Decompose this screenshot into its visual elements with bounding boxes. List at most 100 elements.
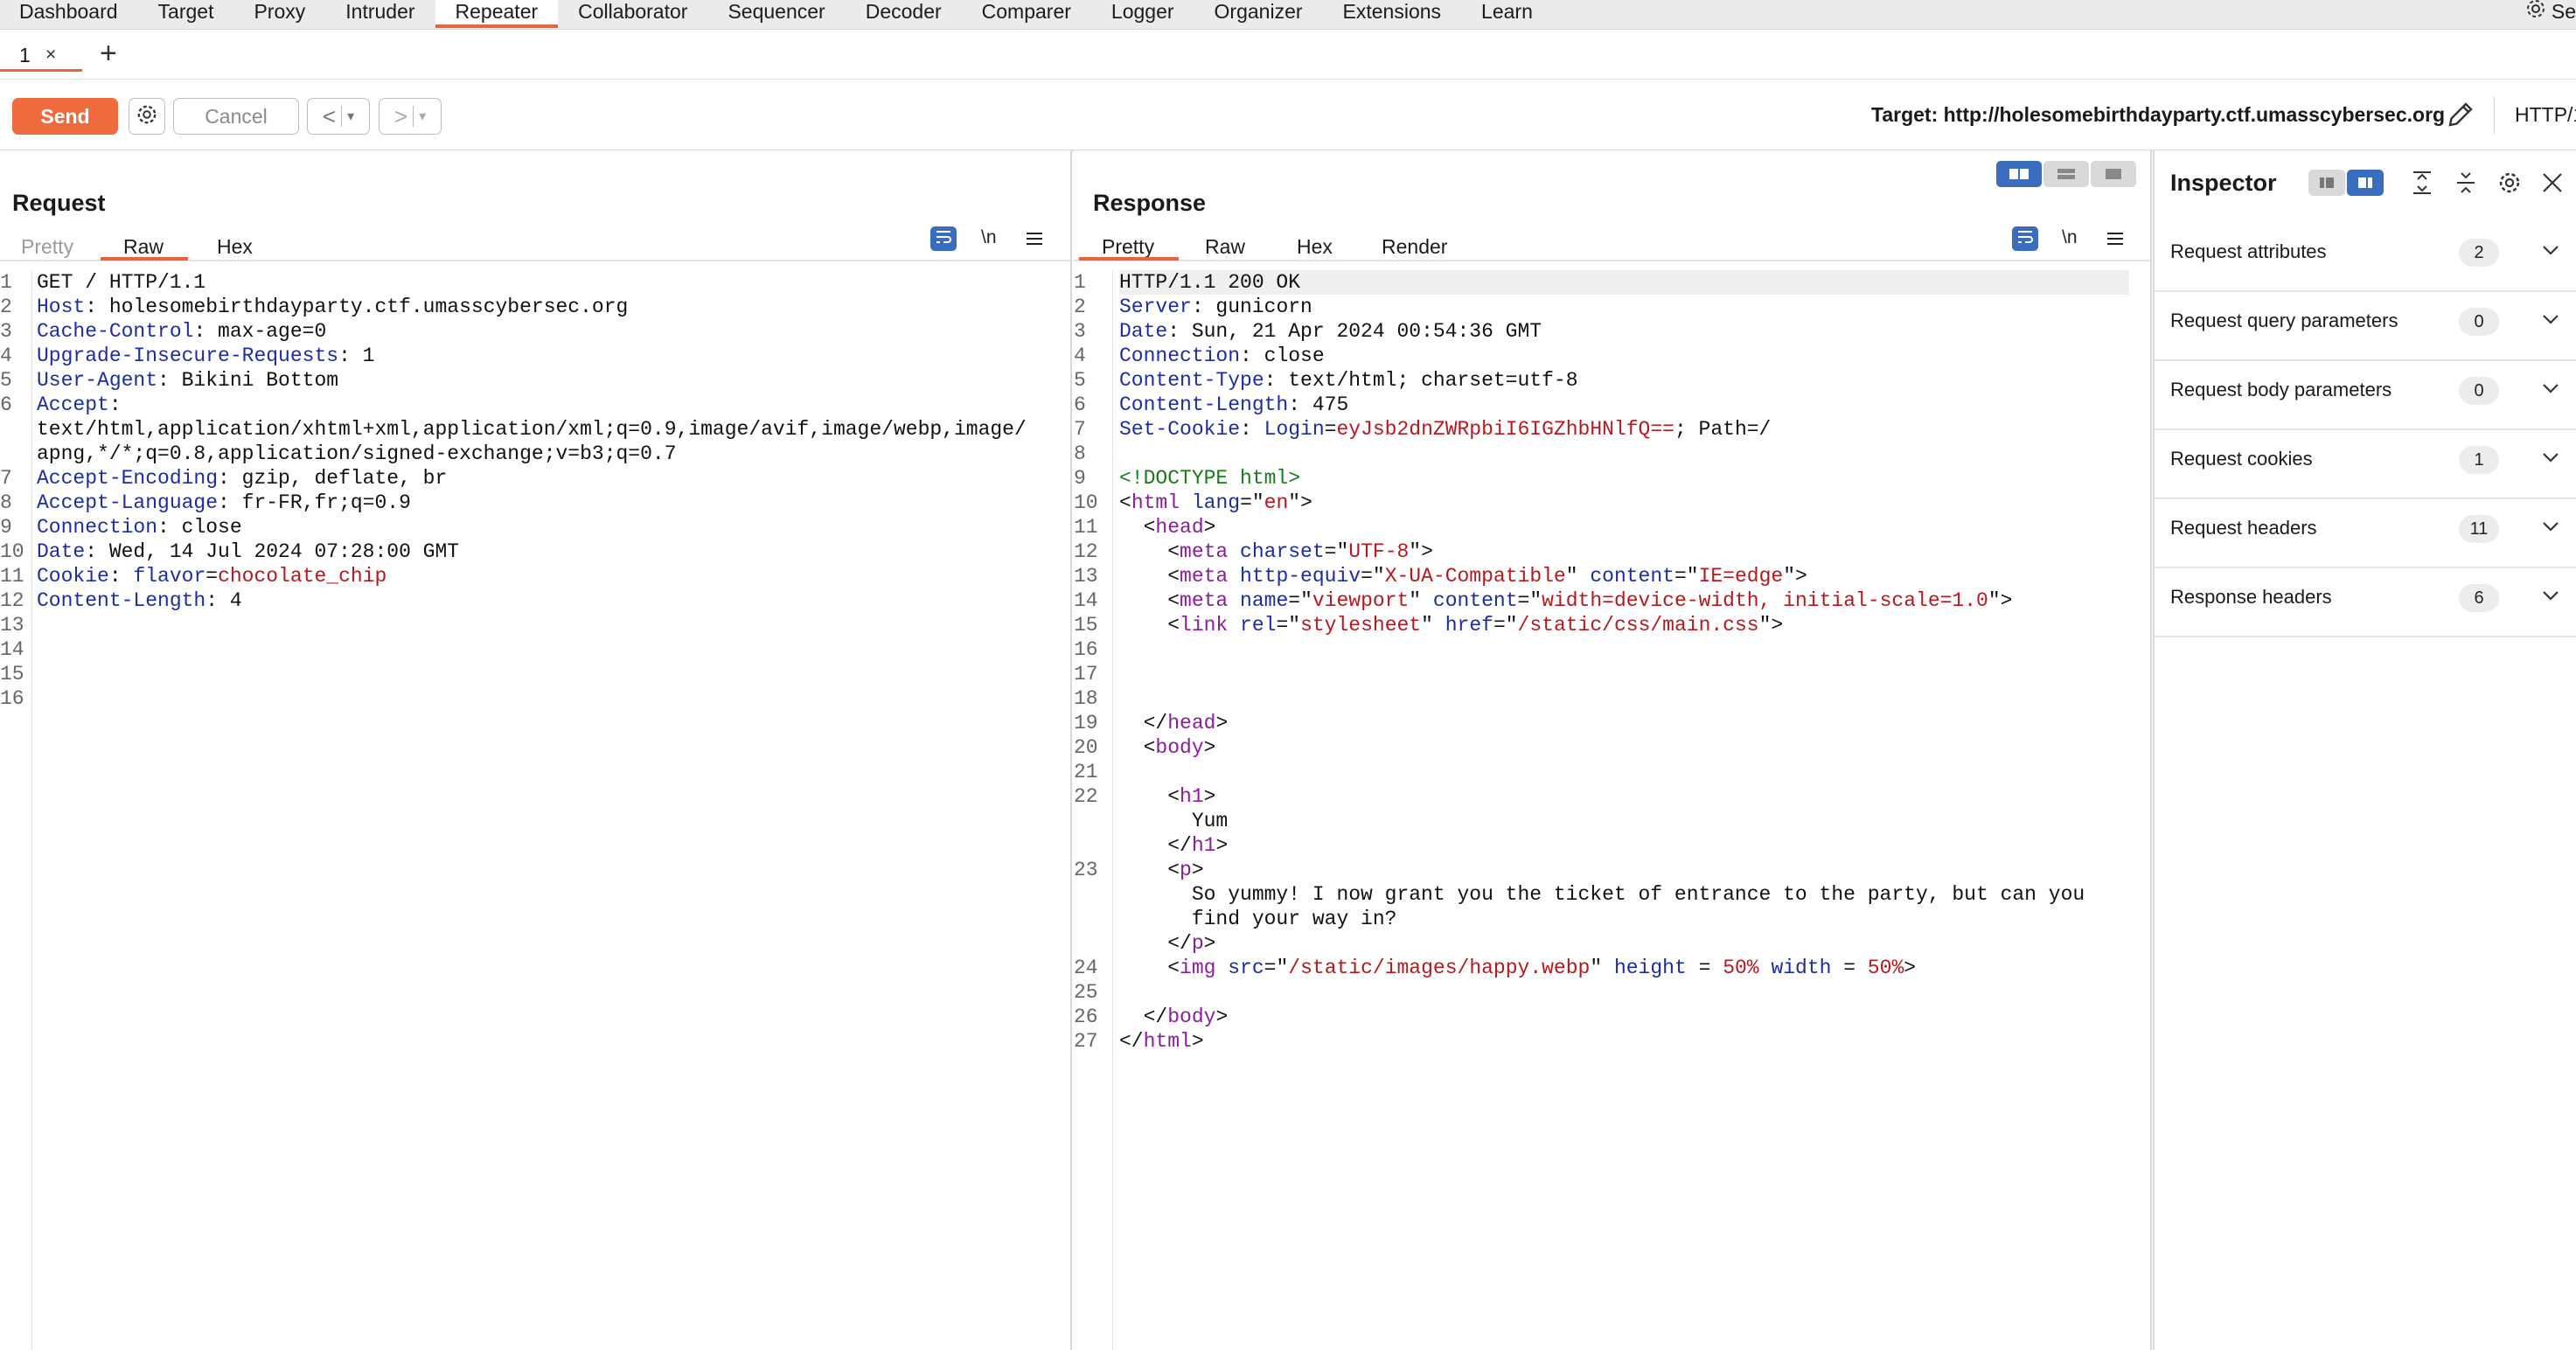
gear-icon[interactable] <box>2497 170 2522 200</box>
line-number: 6 <box>0 393 12 416</box>
response-pane: Response Pretty Raw Hex Render \n 1 HTTP/… <box>1074 150 2152 1350</box>
chevron-down-icon[interactable] <box>2541 451 2560 468</box>
line-number: 12 <box>0 589 24 612</box>
nav-tab-dashboard[interactable]: Dashboard <box>0 0 138 27</box>
tab-hex[interactable]: Hex <box>1297 228 1333 258</box>
word-wrap-toggle[interactable] <box>2012 226 2038 251</box>
repeater-tab-1[interactable]: 1 × <box>0 38 82 72</box>
line-content: Accept-Language: fr-FR,fr;q=0.9 <box>37 491 1049 515</box>
line-number: 6 <box>1074 393 1086 416</box>
target-url[interactable]: Target: http://holesomebirthdayparty.ctf… <box>1871 103 2445 127</box>
nav-tab-intruder[interactable]: Intruder <box>325 0 435 27</box>
word-wrap-toggle[interactable] <box>930 226 957 251</box>
nav-tab-sequencer[interactable]: Sequencer <box>707 0 845 27</box>
code-line: 10 <html lang="en"> <box>1074 491 2150 515</box>
nav-tab-organizer[interactable]: Organizer <box>1194 0 1323 27</box>
request-editor[interactable]: 1 GET / HTTP/1.1 2 Host: holesomebirthdaypa… <box>0 270 1070 1350</box>
layout-toggle-group <box>1996 161 2136 187</box>
stacked-layout-button[interactable] <box>2043 161 2089 187</box>
inspector-section-request-cookies[interactable]: Request cookies 1 <box>2155 430 2576 499</box>
inspector-layout-left-button[interactable] <box>2308 170 2345 196</box>
nav-tab-learn[interactable]: Learn <box>1461 0 1553 27</box>
add-tab-button[interactable]: + <box>100 37 117 70</box>
code-token: =" <box>1361 565 1385 588</box>
chevron-down-icon[interactable] <box>2541 313 2560 330</box>
inspector-pane: Inspector Request attributes 2 Request que… <box>2153 150 2576 1350</box>
nav-tab-extensions[interactable]: Extensions <box>1323 0 1462 27</box>
code-token: href <box>1445 614 1493 637</box>
code-token: < <box>1119 516 1156 539</box>
inspector-section-response-headers[interactable]: Response headers 6 <box>2155 568 2576 637</box>
close-icon[interactable] <box>2541 170 2564 200</box>
repeater-tab-bar: 1 × + <box>0 30 2576 80</box>
line-content: Yum <box>1119 809 2129 833</box>
code-line: 11 <head> <box>1074 515 2150 539</box>
http-version-selector[interactable]: HTTP/1 <box>2515 103 2576 127</box>
previous-request-button[interactable]: < ▾ <box>307 98 370 135</box>
code-token: body <box>1155 736 1204 759</box>
code-token: img <box>1180 957 1216 979</box>
chevron-down-icon[interactable] <box>2541 244 2560 261</box>
response-editor[interactable]: 1 HTTP/1.1 200 OK 2 Server: gunicorn 3 Date: … <box>1074 270 2150 1350</box>
tabbed-layout-button[interactable] <box>2091 161 2136 187</box>
tab-hex[interactable]: Hex <box>217 228 253 258</box>
code-token: =" <box>1324 540 1349 563</box>
inspector-section-request-headers[interactable]: Request headers 11 <box>2155 499 2576 568</box>
settings-nav[interactable]: Se <box>2525 0 2576 23</box>
nav-tab-collaborator[interactable]: Collaborator <box>558 0 707 27</box>
code-token: en <box>1264 491 1289 514</box>
show-newlines-toggle[interactable]: \n <box>981 227 997 248</box>
cancel-button[interactable]: Cancel <box>173 98 299 135</box>
code-token: > <box>1203 932 1216 955</box>
show-newlines-toggle[interactable]: \n <box>2062 227 2078 248</box>
code-line: 6 Accept: <box>0 393 1070 417</box>
chevron-down-icon[interactable] <box>2541 382 2560 399</box>
pencil-icon[interactable] <box>2445 99 2476 135</box>
send-button[interactable]: Send <box>12 98 118 135</box>
nav-tab-logger[interactable]: Logger <box>1091 0 1194 27</box>
menu-icon[interactable] <box>2106 231 2124 251</box>
dropdown-arrow-icon: ▾ <box>419 109 427 124</box>
collapse-all-icon[interactable] <box>2454 170 2478 200</box>
expand-all-icon[interactable] <box>2410 170 2434 200</box>
chevron-down-icon[interactable] <box>2541 520 2560 537</box>
inspector-section-request-query-parameters[interactable]: Request query parameters 0 <box>2155 292 2576 361</box>
nav-tab-comparer[interactable]: Comparer <box>962 0 1091 27</box>
nav-tab-proxy[interactable]: Proxy <box>233 0 325 27</box>
inspector-section-request-body-parameters[interactable]: Request body parameters 0 <box>2155 361 2576 430</box>
inspector-layout-right-button[interactable] <box>2347 170 2384 196</box>
code-line: 12 <meta charset="UTF-8"> <box>1074 539 2150 564</box>
tab-pretty[interactable]: Pretty <box>21 228 73 258</box>
code-token: < <box>1119 859 1180 881</box>
next-request-button[interactable]: > ▾ <box>379 98 442 135</box>
line-number: 16 <box>1074 638 1098 661</box>
line-content: GET / HTTP/1.1 <box>37 270 1049 295</box>
nav-tab-repeater[interactable]: Repeater <box>435 0 559 28</box>
line-number: 16 <box>0 687 24 710</box>
line-number: 10 <box>0 540 24 563</box>
code-line: 13 <box>0 613 1070 637</box>
code-line: </p> <box>1074 931 2150 956</box>
nav-tab-target[interactable]: Target <box>138 0 234 27</box>
chevron-down-icon[interactable] <box>2541 589 2560 606</box>
tab-raw[interactable]: Raw <box>1205 228 1245 258</box>
send-settings-button[interactable] <box>129 98 165 135</box>
menu-icon[interactable] <box>1026 231 1043 251</box>
close-tab-icon[interactable]: × <box>45 38 56 72</box>
code-token: "> <box>1988 589 2013 612</box>
inspector-section-request-attributes[interactable]: Request attributes 2 <box>2155 223 2576 292</box>
line-number: 9 <box>1074 467 1086 490</box>
code-token: html <box>1131 491 1180 514</box>
tab-raw[interactable]: Raw <box>100 228 189 261</box>
side-by-side-layout-button[interactable] <box>1996 161 2042 187</box>
code-line: 7 Accept-Encoding: gzip, deflate, br <box>0 466 1070 491</box>
tab-pretty[interactable]: Pretty <box>1078 228 1180 261</box>
code-token: = <box>1831 957 1868 979</box>
tab-render[interactable]: Render <box>1382 228 1447 258</box>
nav-tab-decoder[interactable]: Decoder <box>846 0 962 27</box>
code-token: charset <box>1240 540 1325 563</box>
code-token: : holesomebirthdayparty.ctf.umasscyberse… <box>85 296 629 318</box>
code-token: rel <box>1240 614 1277 637</box>
